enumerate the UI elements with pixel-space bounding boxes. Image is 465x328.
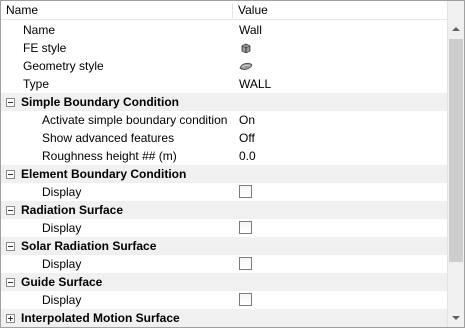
category-title: Element Boundary Condition bbox=[21, 167, 187, 181]
property-row-fe-style[interactable]: FE style bbox=[1, 39, 447, 57]
category-radiation-surface[interactable]: Radiation Surface bbox=[1, 201, 447, 219]
scroll-down-arrow-icon[interactable] bbox=[448, 310, 464, 327]
display-checkbox[interactable] bbox=[239, 221, 252, 234]
property-row-geometry-style[interactable]: Geometry style bbox=[1, 57, 447, 75]
property-row-display[interactable]: Display bbox=[1, 255, 447, 273]
property-label: Activate simple boundary condition bbox=[42, 113, 228, 127]
collapse-icon[interactable] bbox=[6, 206, 15, 215]
property-row-activate-simple[interactable]: Activate simple boundary condition On bbox=[1, 111, 447, 129]
scrollbar-thumb[interactable] bbox=[449, 39, 463, 262]
category-title: Radiation Surface bbox=[21, 203, 124, 217]
category-title: Interpolated Motion Surface bbox=[21, 311, 180, 325]
display-checkbox[interactable] bbox=[239, 293, 252, 306]
property-row-type[interactable]: Type WALL bbox=[1, 75, 447, 93]
property-label: Geometry style bbox=[23, 59, 104, 73]
display-checkbox[interactable] bbox=[239, 185, 252, 198]
property-label: Display bbox=[42, 185, 82, 199]
category-solar-radiation-surface[interactable]: Solar Radiation Surface bbox=[1, 237, 447, 255]
fe-style-cube-icon[interactable] bbox=[241, 43, 251, 53]
property-row-name[interactable]: Name Wall bbox=[1, 21, 447, 39]
property-label: Roughness height ## (m) bbox=[42, 149, 177, 163]
property-label: FE style bbox=[23, 41, 67, 55]
property-label: Name bbox=[23, 23, 56, 37]
collapse-icon[interactable] bbox=[6, 98, 15, 107]
property-label: Display bbox=[42, 257, 82, 271]
property-label: Display bbox=[42, 221, 82, 235]
geometry-style-icon[interactable] bbox=[239, 62, 253, 71]
category-simple-boundary-condition[interactable]: Simple Boundary Condition bbox=[1, 93, 447, 111]
property-label: Show advanced features bbox=[42, 131, 175, 145]
property-row-display[interactable]: Display bbox=[1, 219, 447, 237]
property-rows: Name Wall FE style Geometry style Type W… bbox=[1, 21, 447, 327]
category-interpolated-motion-surface[interactable]: Interpolated Motion Surface bbox=[1, 309, 447, 327]
property-row-show-advanced[interactable]: Show advanced features Off bbox=[1, 129, 447, 147]
property-value[interactable]: WALL bbox=[239, 75, 271, 93]
property-row-roughness-height[interactable]: Roughness height ## (m) 0.0 bbox=[1, 147, 447, 165]
collapse-icon[interactable] bbox=[6, 242, 15, 251]
grid-header: Name Value bbox=[1, 1, 464, 20]
name-column-header[interactable]: Name bbox=[6, 1, 38, 20]
vertical-scrollbar[interactable] bbox=[447, 1, 464, 327]
column-separator[interactable] bbox=[232, 3, 233, 18]
property-value[interactable]: Wall bbox=[239, 21, 262, 39]
property-value[interactable]: 0.0 bbox=[239, 147, 256, 165]
collapse-icon[interactable] bbox=[6, 278, 15, 287]
property-row-display[interactable]: Display bbox=[1, 291, 447, 309]
property-label: Display bbox=[42, 293, 82, 307]
category-title: Simple Boundary Condition bbox=[21, 95, 179, 109]
scroll-up-arrow-icon[interactable] bbox=[448, 21, 464, 38]
category-title: Guide Surface bbox=[21, 275, 103, 289]
category-element-boundary-condition[interactable]: Element Boundary Condition bbox=[1, 165, 447, 183]
expand-icon[interactable] bbox=[6, 314, 15, 323]
display-checkbox[interactable] bbox=[239, 257, 252, 270]
property-value[interactable]: On bbox=[239, 111, 255, 129]
category-title: Solar Radiation Surface bbox=[21, 239, 157, 253]
property-row-display[interactable]: Display bbox=[1, 183, 447, 201]
value-column-header[interactable]: Value bbox=[238, 1, 268, 20]
collapse-icon[interactable] bbox=[6, 170, 15, 179]
category-guide-surface[interactable]: Guide Surface bbox=[1, 273, 447, 291]
property-grid: Name Value Name Wall FE style Geometry s… bbox=[0, 0, 465, 328]
property-value[interactable]: Off bbox=[239, 129, 255, 147]
property-label: Type bbox=[23, 77, 50, 91]
